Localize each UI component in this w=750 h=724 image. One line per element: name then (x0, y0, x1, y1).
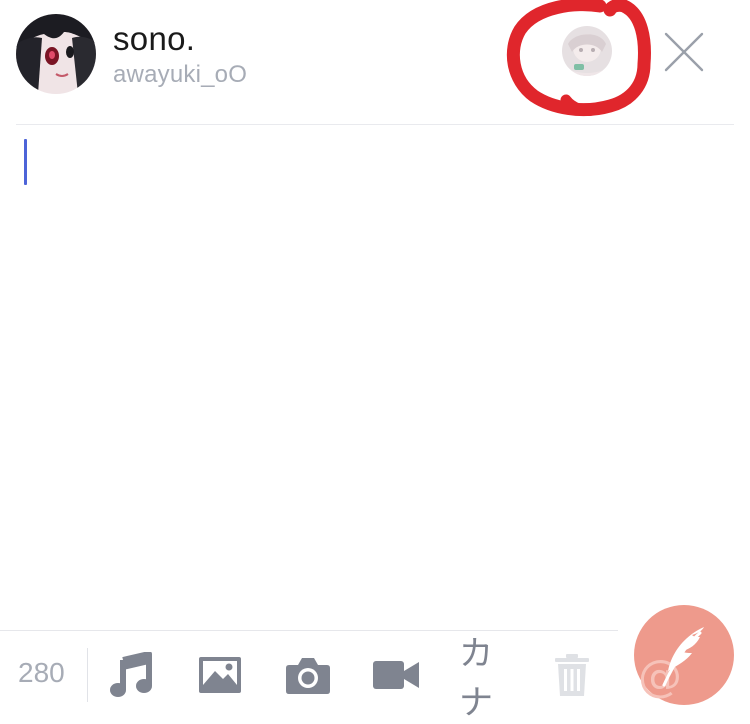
secondary-avatar-illustration (562, 26, 612, 76)
add-image-button[interactable] (195, 652, 245, 698)
header-divider (16, 124, 734, 125)
kana-icon: カナ (459, 634, 493, 723)
display-name: sono. (113, 20, 196, 57)
close-button[interactable] (660, 28, 708, 76)
kana-convert-button[interactable]: カナ (459, 634, 509, 723)
toolbar-separator (87, 648, 88, 702)
image-icon (199, 657, 241, 693)
video-camera-icon (373, 661, 419, 689)
add-video-button[interactable] (371, 652, 421, 698)
close-icon (664, 32, 704, 72)
feather-icon: @ (638, 627, 704, 702)
take-photo-button[interactable] (283, 652, 333, 698)
user-avatar[interactable] (16, 14, 96, 94)
trash-icon (555, 654, 589, 696)
post-text-area[interactable] (16, 126, 734, 626)
username-handle: awayuki_oO (113, 61, 248, 88)
account-switch-avatar[interactable] (562, 26, 612, 76)
character-counter: 280 (18, 657, 65, 688)
add-music-button[interactable] (106, 652, 156, 698)
avatar-illustration (16, 14, 96, 94)
camera-icon (286, 658, 330, 694)
text-cursor (24, 139, 27, 185)
toolbar-divider (0, 630, 618, 631)
music-note-icon (110, 652, 152, 697)
delete-button[interactable] (547, 652, 597, 698)
post-button[interactable]: @ (634, 605, 734, 705)
